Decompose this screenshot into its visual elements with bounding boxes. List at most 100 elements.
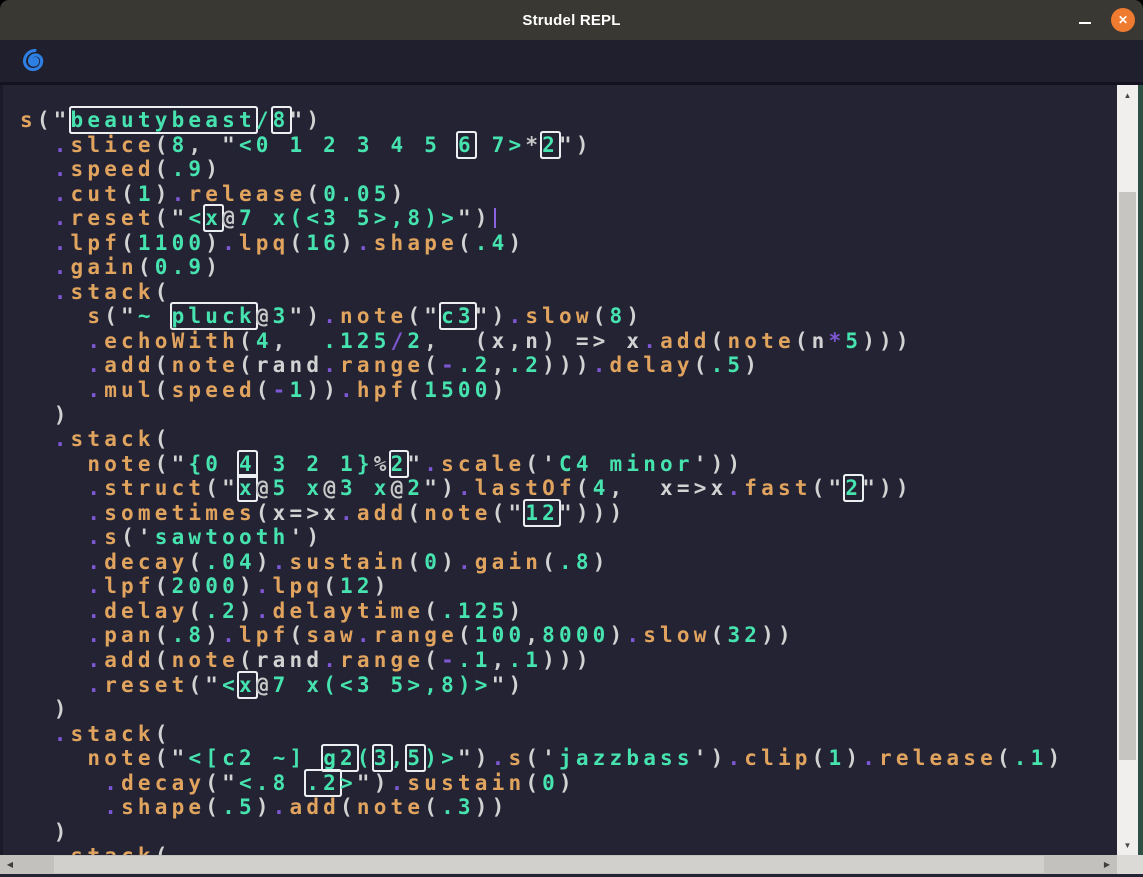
code-token: /: [391, 329, 408, 353]
code-token: (: [256, 378, 273, 402]
code-token: [20, 623, 87, 647]
code-token: sawtooth: [155, 525, 290, 549]
code-token: "))): [559, 501, 626, 525]
code-token: lastOf: [475, 476, 576, 500]
code-token: [20, 673, 87, 697]
code-token: <[c2 ~]: [188, 746, 323, 770]
code-token: [20, 550, 87, 574]
code-token: "): [424, 476, 458, 500]
code-token: (: [155, 353, 172, 377]
code-token: 1100: [138, 231, 205, 255]
code-token: s: [20, 108, 37, 132]
close-button[interactable]: ✕: [1111, 8, 1135, 32]
code-token: (: [711, 329, 728, 353]
code-line: .struct("x@5 x@3 x@2").lastOf(4, x=>x.fa…: [20, 476, 1117, 501]
code-token: (: [155, 623, 172, 647]
code-token: @: [256, 673, 273, 697]
code-token: gain: [71, 255, 138, 279]
code-token: 3 2 1}: [256, 452, 374, 476]
code-line: ): [20, 697, 1117, 722]
code-token: (: [155, 722, 172, 746]
code-token: [20, 574, 87, 598]
code-editor[interactable]: s("beautybeast/8") .slice(8, "<0 1 2 3 4…: [0, 85, 1117, 855]
code-token: (: [407, 501, 424, 525]
code-token: speed: [172, 378, 256, 402]
code-token: [20, 820, 54, 844]
code-token: ): [593, 550, 610, 574]
code-token: speed: [71, 157, 155, 181]
code-line: .stack(: [20, 844, 1117, 855]
code-token: 0.05: [323, 182, 390, 206]
code-token: ): [340, 231, 357, 255]
code-token: ): [441, 550, 458, 574]
highlighted-code-token: 8: [273, 108, 290, 132]
code-token: ): [610, 623, 627, 647]
scroll-left-button[interactable]: ◀: [0, 855, 20, 874]
app-header: [0, 40, 1143, 85]
horizontal-scrollbar[interactable]: ◀ ▶: [0, 855, 1143, 874]
minimize-button[interactable]: [1073, 8, 1097, 32]
highlighted-code-token: g2: [323, 746, 357, 770]
code-line: .decay("<.8 .2>").sustain(0): [20, 771, 1117, 796]
code-token: .: [87, 329, 104, 353]
code-token: lpf: [239, 623, 290, 647]
code-token: fast: [744, 476, 811, 500]
code-token: .: [104, 795, 121, 819]
window-buttons: ✕: [1073, 0, 1135, 40]
scroll-right-button[interactable]: ▶: [1097, 855, 1117, 874]
arrow-left-icon: ◀: [7, 860, 13, 869]
code-token: stack: [71, 427, 155, 451]
code-token: (: [458, 231, 475, 255]
minimize-icon: [1079, 22, 1091, 24]
code-token: 100: [475, 623, 526, 647]
vertical-scrollbar-thumb[interactable]: [1119, 192, 1136, 760]
code-token: sustain: [407, 771, 525, 795]
code-token: ): [205, 231, 222, 255]
highlighted-code-token: beautybeast: [71, 108, 256, 132]
code-token: (: [188, 550, 205, 574]
code-token: rand: [256, 648, 323, 672]
window-edge-strip: [1138, 85, 1143, 855]
code-line: .gain(0.9): [20, 255, 1117, 280]
horizontal-scrollbar-thumb[interactable]: [54, 856, 1044, 873]
code-token: [20, 157, 54, 181]
code-token: [20, 231, 54, 255]
code-token: (: [155, 648, 172, 672]
code-token: ,: [492, 353, 509, 377]
code-token: note: [357, 795, 424, 819]
strudel-spiral-logo-icon[interactable]: [20, 47, 48, 75]
code-line: .add(note(rand.range(-.2,.2))).delay(.5): [20, 353, 1117, 378]
code-token: echoWith: [104, 329, 239, 353]
code-line: note("{0 4 3 2 1}%2".scale('C4 minor')): [20, 452, 1117, 477]
scroll-down-button[interactable]: ▼: [1117, 835, 1138, 855]
code-token: ): [508, 231, 525, 255]
code-token: (: [323, 574, 340, 598]
code-line: .stack(: [20, 722, 1117, 747]
code-token: [20, 182, 54, 206]
code-line: .reset("<x@7 x(<3 5>,8)>"): [20, 206, 1117, 231]
code-token: slow: [525, 304, 592, 328]
code-token: (: [997, 746, 1014, 770]
code-token: @: [391, 476, 408, 500]
code-token: (: [795, 329, 812, 353]
code-line: note("<[c2 ~] g2(3,5)>").s('jazzbass').c…: [20, 746, 1117, 771]
code-token: decay: [121, 771, 205, 795]
scroll-up-button[interactable]: ▲: [1117, 85, 1138, 105]
code-token: range: [340, 353, 424, 377]
code-token: [20, 795, 104, 819]
code-token: ): [155, 182, 172, 206]
code-token: (: [155, 280, 172, 304]
code-token: "): [357, 771, 391, 795]
highlighted-code-token: .2: [306, 771, 340, 795]
code-token: rand: [256, 353, 323, 377]
horizontal-scrollbar-track[interactable]: [20, 855, 1097, 874]
code-token: .5: [222, 795, 256, 819]
code-token: (": [205, 476, 239, 500]
code-token: ")): [862, 476, 913, 500]
code-token: ): [508, 599, 525, 623]
code-token: (: [155, 378, 172, 402]
vertical-scrollbar[interactable]: ▲ ▼: [1117, 85, 1138, 855]
code-token: note: [172, 648, 239, 672]
code-token: [20, 525, 87, 549]
code-token: "): [290, 108, 324, 132]
